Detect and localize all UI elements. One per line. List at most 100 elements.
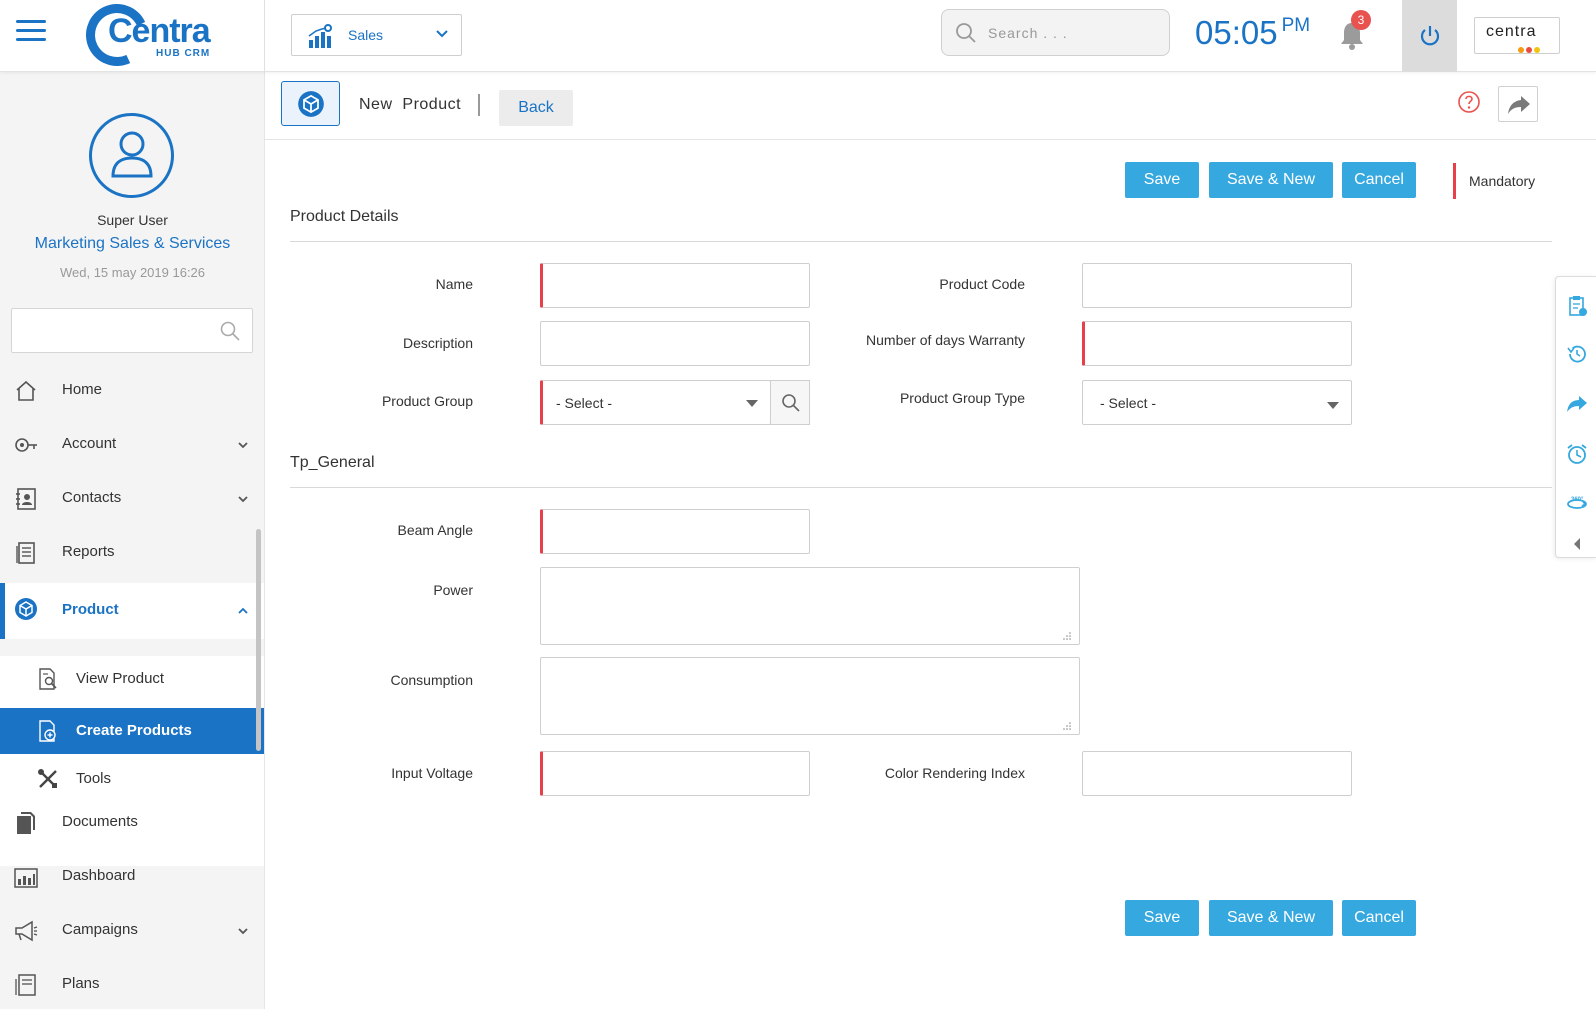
collapse-left-icon[interactable]: [1566, 533, 1588, 555]
save-and-new-button-bottom[interactable]: Save & New: [1209, 900, 1333, 936]
power-textarea[interactable]: [540, 567, 1080, 645]
clock-time: 05:05: [1195, 14, 1278, 51]
section-title-tp-general: Tp_General: [290, 454, 375, 471]
sidebar-scrollbar[interactable]: [256, 529, 261, 751]
module-label: Sales: [348, 27, 384, 43]
share-arrow-icon: [1508, 96, 1530, 114]
forward-arrow-icon[interactable]: [1566, 393, 1588, 415]
save-button-bottom[interactable]: Save: [1125, 900, 1199, 936]
svg-text:360°: 360°: [1571, 497, 1584, 503]
contacts-book-icon: [16, 488, 36, 510]
user-datetime: Wed, 15 may 2019 16:26: [59, 265, 206, 280]
360-view-icon[interactable]: 360°: [1566, 491, 1588, 513]
sidebar-item-reports[interactable]: Reports: [0, 529, 264, 577]
sidebar-subitem-view-product[interactable]: View Product: [0, 656, 264, 702]
dropdown-caret-icon: [1327, 402, 1339, 409]
user-avatar[interactable]: [89, 113, 174, 198]
view-document-icon: [39, 668, 57, 690]
help-question-icon[interactable]: [1457, 90, 1481, 114]
product-group-type-select[interactable]: - Select -: [1082, 380, 1352, 425]
sidebar: Super User Marketing Sales & Services We…: [0, 72, 265, 1009]
color-rendering-index-input[interactable]: [1082, 751, 1352, 796]
sidebar-item-dashboard[interactable]: Dashboard: [0, 853, 264, 901]
plans-icon: [15, 974, 36, 996]
product-group-select[interactable]: - Select -: [540, 380, 771, 425]
product-group-label: Product Group: [381, 393, 473, 409]
product-group-lookup-button[interactable]: [770, 380, 810, 425]
header-divider: [264, 0, 265, 72]
sidebar-item-documents[interactable]: Documents: [0, 799, 264, 847]
sidebar-item-product[interactable]: Product: [0, 583, 264, 639]
page-subheader: New Product Back: [265, 72, 1596, 140]
sidebar-item-account[interactable]: Account: [0, 421, 264, 469]
warranty-days-label: Number of days Warranty: [866, 332, 1025, 348]
consumption-textarea[interactable]: [540, 657, 1080, 735]
product-code-input[interactable]: [1082, 263, 1352, 308]
save-button-top[interactable]: Save: [1125, 162, 1199, 198]
tools-icon: [38, 769, 57, 788]
documents-icon: [17, 812, 35, 834]
sidebar-item-home[interactable]: Home: [0, 367, 264, 415]
sidebar-search-input[interactable]: [20, 319, 210, 343]
description-label: Description: [402, 335, 473, 351]
warranty-days-input[interactable]: [1082, 321, 1352, 366]
create-document-icon: [39, 720, 56, 742]
sidebar-subitem-tools[interactable]: Tools: [0, 756, 264, 802]
clipboard-check-icon[interactable]: [1566, 295, 1588, 317]
product-cube-icon: [298, 91, 324, 117]
reports-document-icon: [16, 542, 35, 564]
sidebar-item-contacts[interactable]: Contacts: [0, 475, 264, 523]
consumption-label: Consumption: [390, 672, 474, 688]
search-icon[interactable]: [220, 321, 240, 341]
back-button[interactable]: Back: [499, 90, 573, 126]
global-search: [941, 9, 1170, 56]
centra-hub-crm-logo[interactable]: Centra HUB CRM: [77, 0, 216, 75]
name-label: Name: [435, 276, 473, 292]
cancel-button-bottom[interactable]: Cancel: [1342, 900, 1416, 936]
module-selector[interactable]: Sales: [291, 14, 462, 56]
chevron-down-icon: [238, 928, 248, 935]
resize-grip-icon[interactable]: [1063, 632, 1071, 640]
description-input[interactable]: [540, 321, 810, 366]
cancel-button-top[interactable]: Cancel: [1342, 162, 1416, 198]
key-icon: [15, 438, 37, 452]
dashboard-chart-icon: [14, 868, 38, 888]
home-icon: [16, 380, 36, 401]
hamburger-menu-icon[interactable]: [16, 20, 46, 44]
clock-ampm: PM: [1281, 15, 1311, 36]
user-role: Marketing Sales & Services: [34, 235, 231, 252]
search-icon: [782, 394, 800, 412]
user-icon: [111, 131, 153, 178]
sidebar-item-plans[interactable]: Plans: [0, 961, 264, 1009]
mandatory-legend: Mandatory: [1453, 163, 1535, 199]
beam-angle-input[interactable]: [540, 509, 810, 554]
title-separator: [478, 94, 480, 116]
chevron-down-icon: [238, 442, 248, 449]
product-module-badge: [281, 81, 340, 126]
global-search-input[interactable]: [988, 22, 1158, 44]
sales-chart-icon: [308, 24, 332, 48]
save-and-new-button-top[interactable]: Save & New: [1209, 162, 1333, 198]
sidebar-subitem-create-products[interactable]: Create Products: [0, 708, 264, 754]
section-divider: [290, 487, 1552, 488]
sidebar-item-campaigns[interactable]: Campaigns: [0, 907, 264, 955]
input-voltage-input[interactable]: [540, 751, 810, 796]
chevron-down-icon: [436, 30, 448, 38]
resize-grip-icon[interactable]: [1063, 722, 1071, 730]
centra-brand-logo: centra: [1474, 17, 1560, 54]
alarm-clock-icon[interactable]: [1566, 443, 1588, 465]
share-button[interactable]: [1498, 86, 1538, 122]
history-icon[interactable]: [1566, 343, 1588, 365]
right-action-rail: 360°: [1555, 276, 1596, 558]
name-input[interactable]: [540, 263, 810, 308]
product-cube-icon: [15, 598, 37, 620]
search-icon: [956, 23, 976, 43]
power-icon: [1420, 26, 1440, 46]
chevron-down-icon: [238, 496, 248, 503]
top-header: Centra HUB CRM Sales 05:05PM 3 centra: [0, 0, 1596, 75]
megaphone-icon: [15, 920, 38, 942]
logout-button[interactable]: [1402, 0, 1457, 72]
section-divider: [290, 241, 1552, 242]
product-group-type-label: Product Group Type: [899, 390, 1025, 406]
dropdown-caret-icon: [746, 400, 758, 407]
